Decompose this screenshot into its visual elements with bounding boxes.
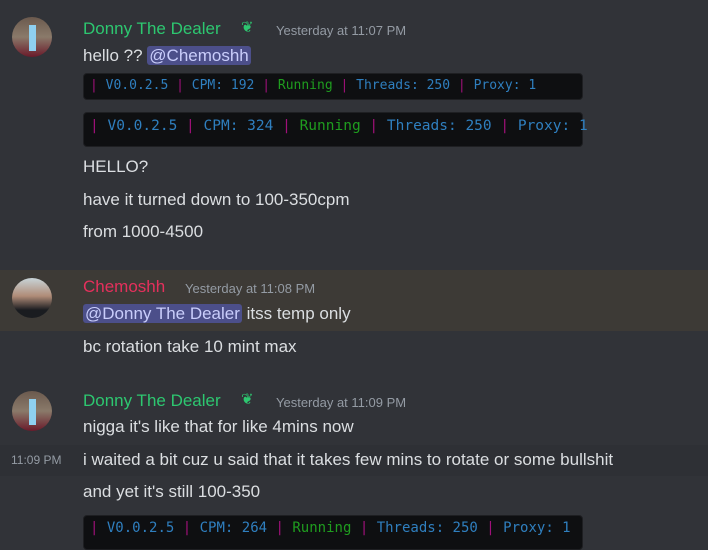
mention[interactable]: @Donny The Dealer <box>83 304 242 323</box>
sprout-icon: ❦ <box>241 19 254 36</box>
sprout-icon: ❦ <box>241 391 254 408</box>
pipe: | <box>90 78 98 93</box>
author-name[interactable]: Donny The Dealer <box>83 390 221 412</box>
code-block: | V0.0.2.5 | CPM: 192 | Running | Thread… <box>83 73 583 100</box>
timestamp: Yesterday at 11:07 PM <box>276 23 407 38</box>
timestamp: Yesterday at 11:09 PM <box>276 395 407 410</box>
message-text: and yet it's still 100-350 <box>83 482 261 501</box>
message-text: i waited a bit cuz u said that it takes … <box>83 450 614 469</box>
threads: Threads: 250 <box>386 118 492 134</box>
status: Running <box>292 520 352 536</box>
proxy: Proxy: 1 <box>503 520 571 536</box>
pipe: | <box>90 118 99 134</box>
timestamp: Yesterday at 11:08 PM <box>185 281 316 296</box>
avatar-chemoshh[interactable] <box>12 278 52 318</box>
message-text: itss temp only <box>241 304 351 323</box>
message-text: have it turned down to 100-350cpm <box>83 190 350 209</box>
proxy: Proxy: 1 <box>473 78 537 93</box>
pipe: | <box>486 520 495 536</box>
message-text: bc rotation take 10 mint max <box>83 337 297 356</box>
status: Running <box>277 78 333 93</box>
code-block: | V0.0.2.5 | CPM: 264 | Running | Thread… <box>83 515 583 550</box>
message-text: from 1000-4500 <box>83 222 204 241</box>
pipe: | <box>340 78 349 93</box>
pipe: | <box>262 78 271 93</box>
status: Running <box>299 118 361 134</box>
author-name[interactable]: Chemoshh <box>83 276 165 298</box>
message-line: hello ?? @Chemoshh <box>83 45 251 67</box>
message-text: nigga it's like that for like 4mins now <box>83 417 354 436</box>
pipe: | <box>90 520 99 536</box>
pipe: | <box>359 520 369 536</box>
pipe: | <box>500 118 510 134</box>
threads: Threads: 250 <box>376 520 478 536</box>
pipe: | <box>369 118 379 134</box>
version: V0.0.2.5 <box>107 118 178 134</box>
cpm: CPM: 264 <box>199 520 268 536</box>
message-text: hello ?? <box>83 46 143 65</box>
pipe: | <box>275 520 284 536</box>
pipe: | <box>457 78 466 93</box>
cpm: CPM: 324 <box>203 118 274 134</box>
mention[interactable]: @Chemoshh <box>147 46 251 65</box>
message-text: HELLO? <box>83 157 149 176</box>
cpm: CPM: 192 <box>191 78 255 93</box>
proxy: Proxy: 1 <box>517 118 588 134</box>
message-line: @Donny The Dealer itss temp only <box>83 303 351 325</box>
avatar-donny[interactable] <box>12 391 52 431</box>
version: V0.0.2.5 <box>106 520 175 536</box>
version: V0.0.2.5 <box>105 78 169 93</box>
code-block: | V0.0.2.5 | CPM: 324 | Running | Thread… <box>83 112 588 147</box>
threads: Threads: 250 <box>356 78 451 93</box>
pipe: | <box>186 118 195 134</box>
hover-timestamp: 11:09 PM <box>11 453 62 467</box>
pipe: | <box>282 118 291 134</box>
avatar-donny[interactable] <box>12 17 52 57</box>
author-name[interactable]: Donny The Dealer <box>83 18 221 40</box>
pipe: | <box>176 78 184 93</box>
pipe: | <box>182 520 192 536</box>
